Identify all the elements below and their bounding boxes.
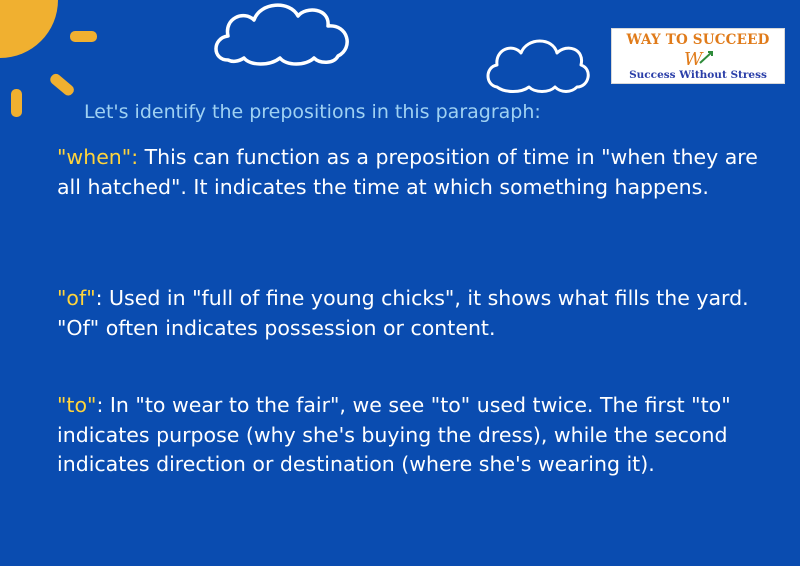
preposition-paragraph-when: "when": This can function as a prepositi… [57, 143, 782, 202]
preposition-term: "when": [57, 145, 139, 169]
cloud-icon [486, 39, 590, 93]
preposition-paragraph-of: "of": Used in "full of fine young chicks… [57, 284, 782, 343]
intro-heading: Let's identify the prepositions in this … [84, 101, 541, 123]
cloud-icon [214, 3, 349, 66]
preposition-explanation: This can function as a preposition of ti… [57, 145, 758, 199]
logo-mark-icon: W [684, 49, 713, 69]
preposition-term: "to" [57, 393, 97, 417]
preposition-explanation: : Used in "full of fine young chicks", i… [57, 286, 749, 340]
way-to-succeed-logo: WAY TO SUCCEED W Success Without Stress [611, 28, 785, 84]
logo-tagline: Success Without Stress [629, 69, 767, 81]
preposition-paragraph-to: "to": In "to wear to the fair", we see "… [57, 391, 782, 480]
preposition-explanation: : In "to wear to the fair", we see "to" … [57, 393, 731, 476]
logo-title: WAY TO SUCCEED [626, 32, 770, 48]
preposition-term: "of" [57, 286, 96, 310]
svg-text:W: W [684, 49, 704, 69]
